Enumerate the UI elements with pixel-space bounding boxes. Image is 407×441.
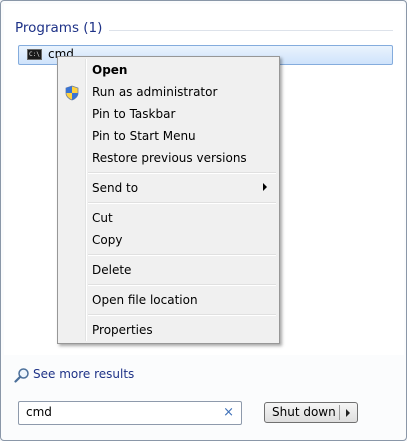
shut-down-button[interactable]: Shut down bbox=[264, 402, 358, 423]
context-menu: Open Run as administrator Pin to Taskbar… bbox=[57, 56, 280, 344]
clear-search-icon[interactable]: × bbox=[223, 405, 234, 420]
menu-item-send-to[interactable]: Send to bbox=[92, 181, 138, 195]
menu-item-properties[interactable]: Properties bbox=[92, 323, 153, 337]
menu-separator bbox=[88, 284, 276, 286]
menu-item-open[interactable]: Open bbox=[92, 63, 127, 77]
power-options-arrow-icon[interactable] bbox=[346, 409, 350, 417]
search-input[interactable]: cmd × bbox=[18, 401, 242, 425]
menu-item-copy[interactable]: Copy bbox=[92, 233, 122, 247]
see-more-label: See more results bbox=[33, 367, 135, 381]
results-group-header: Programs (1) bbox=[15, 20, 103, 36]
menu-separator bbox=[88, 314, 276, 316]
menu-item-cut[interactable]: Cut bbox=[92, 211, 113, 225]
shut-down-divider bbox=[339, 405, 340, 420]
shut-down-label: Shut down bbox=[272, 405, 336, 419]
menu-item-restore-previous-versions[interactable]: Restore previous versions bbox=[92, 151, 247, 165]
menu-item-pin-to-taskbar[interactable]: Pin to Taskbar bbox=[92, 107, 175, 121]
menu-separator bbox=[88, 254, 276, 256]
menu-item-run-as-administrator[interactable]: Run as administrator bbox=[92, 85, 217, 99]
menu-separator bbox=[88, 172, 276, 174]
menu-item-open-file-location[interactable]: Open file location bbox=[92, 293, 198, 307]
menu-item-delete[interactable]: Delete bbox=[92, 263, 131, 277]
uac-shield-icon bbox=[65, 85, 79, 101]
menu-separator bbox=[88, 202, 276, 204]
menu-item-pin-to-start-menu[interactable]: Pin to Start Menu bbox=[92, 129, 196, 143]
group-header-rule bbox=[109, 30, 393, 31]
chevron-right-icon bbox=[263, 183, 267, 191]
menu-icon-gutter bbox=[85, 59, 87, 341]
magnifier-icon bbox=[14, 368, 29, 383]
command-prompt-icon: C:\ bbox=[27, 49, 42, 60]
search-input-value: cmd bbox=[26, 405, 52, 419]
